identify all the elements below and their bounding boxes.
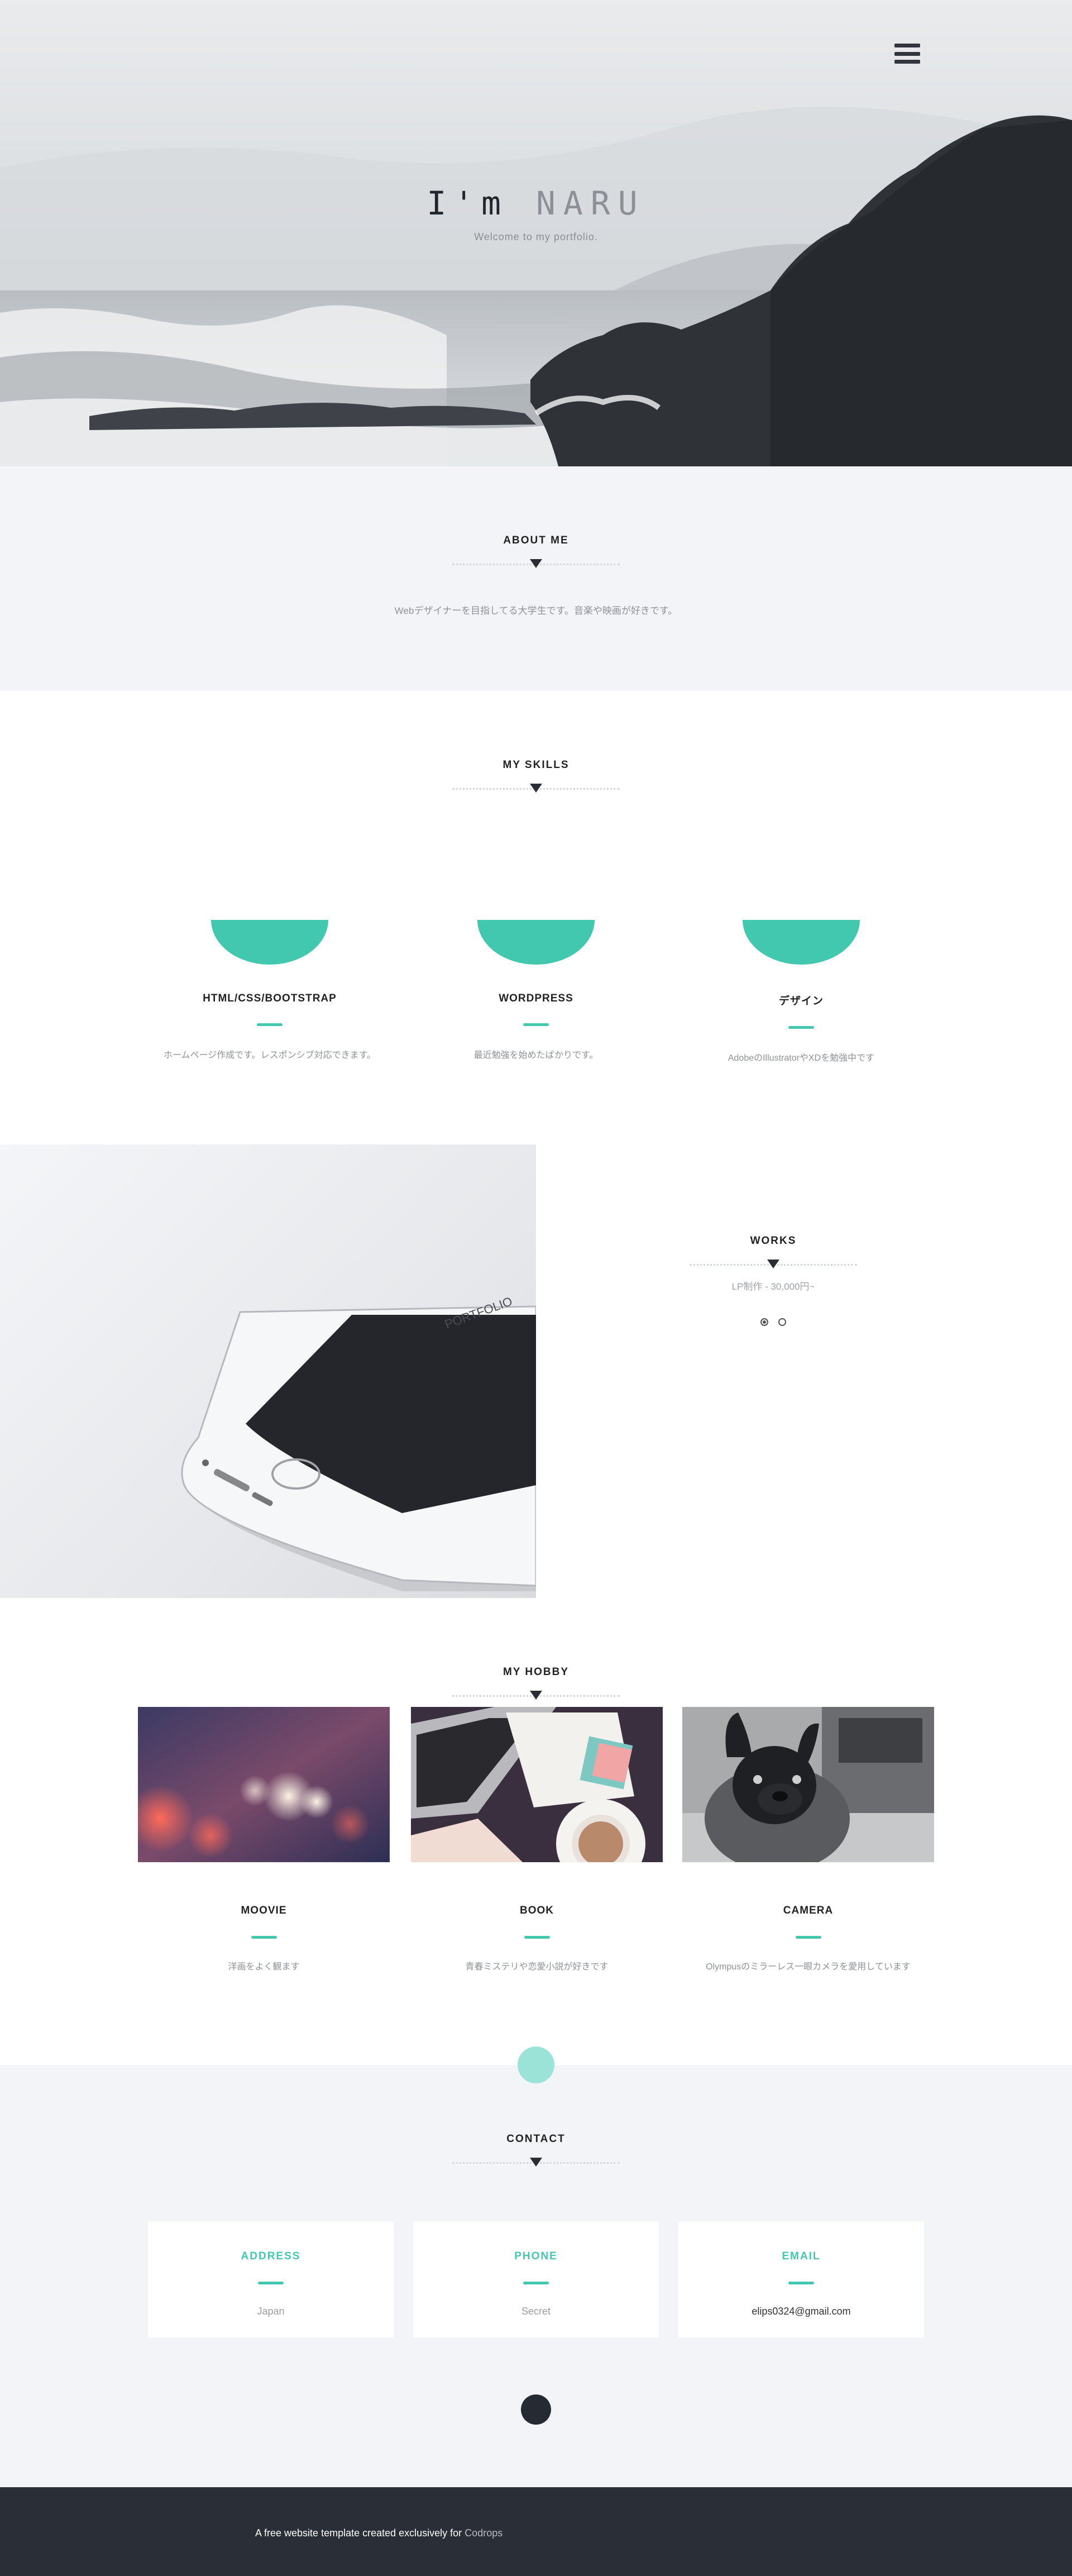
email-link[interactable]: elips0324@gmail.com bbox=[678, 2306, 924, 2317]
hobby-list: MOOVIE 洋画をよく観ます BOOK 青春ミステリや恋愛小説が好きです CA… bbox=[138, 1707, 934, 1997]
slider-dot-1[interactable] bbox=[760, 1318, 768, 1326]
section-divider bbox=[690, 1260, 857, 1272]
works-content: WORKS LP制作 - 30,000円~ bbox=[690, 1235, 857, 1326]
slider-dots bbox=[690, 1318, 857, 1326]
contact-card-phone: PHONE Secret bbox=[413, 2221, 659, 2338]
works-section: PORTFOLIO WORKS LP制作 - 30,000円~ bbox=[0, 1144, 1072, 1598]
skill-desc: AdobeのIllustratorやXDを勉強中です bbox=[728, 1053, 875, 1063]
hobby-name: MOOVIE bbox=[241, 1905, 287, 1916]
circle-button[interactable] bbox=[521, 2394, 551, 2425]
semicircle-icon bbox=[477, 920, 595, 965]
slider-dot-2[interactable] bbox=[778, 1318, 786, 1326]
book-desk-image bbox=[411, 1707, 663, 1862]
triangle-down-icon bbox=[530, 1691, 542, 1700]
contact-title: CONTACT bbox=[506, 2133, 566, 2145]
hero-title: I'm NARU bbox=[0, 184, 1072, 222]
triangle-down-icon bbox=[767, 1260, 779, 1268]
skill-name: WORDPRESS bbox=[499, 993, 573, 1004]
contact-card-address: ADDRESS Japan bbox=[148, 2221, 394, 2338]
skill-desc: 最近勉強を始めたばかりです。 bbox=[473, 1051, 599, 1060]
contact-label: EMAIL bbox=[782, 2250, 821, 2262]
skills-title: MY SKILLS bbox=[502, 759, 570, 771]
skill-item: デザイン AdobeのIllustratorやXDを勉強中です bbox=[678, 920, 924, 1063]
section-divider bbox=[452, 1691, 620, 1703]
menu-line bbox=[894, 44, 920, 47]
skill-name: HTML/CSS/BOOTSTRAP bbox=[203, 993, 337, 1004]
accent-bar bbox=[788, 1026, 814, 1029]
camera-dog-image bbox=[682, 1707, 934, 1862]
hobby-name: BOOK bbox=[520, 1905, 554, 1916]
contact-card-email: EMAIL elips0324@gmail.com bbox=[678, 2221, 924, 2338]
movie-bokeh-image bbox=[138, 1707, 390, 1862]
accent-bar bbox=[251, 1936, 277, 1939]
skill-item: WORDPRESS 最近勉強を始めたばかりです。 bbox=[413, 920, 659, 1061]
triangle-down-icon bbox=[530, 784, 542, 793]
accent-bar bbox=[524, 1936, 550, 1939]
semicircle-icon bbox=[743, 920, 860, 965]
hobby-item: CAMERA Olympusのミラーレス一眼カメラを愛用しています bbox=[682, 1707, 934, 1972]
skills-list: HTML/CSS/BOOTSTRAP ホームページ作成です。レスポンシブ対応でき… bbox=[0, 920, 1072, 1104]
section-divider bbox=[452, 559, 620, 571]
skill-desc: ホームページ作成です。レスポンシブ対応できます。 bbox=[163, 1051, 376, 1060]
hero-subtitle: Welcome to my portfolio. bbox=[474, 231, 598, 242]
semicircle-icon bbox=[211, 920, 328, 965]
triangle-down-icon bbox=[530, 2158, 542, 2167]
about-title: ABOUT ME bbox=[503, 535, 569, 546]
menu-line bbox=[894, 51, 920, 56]
hobby-section: MY HOBBY MOOVIE 洋画をよく観ます BOOK 青春ミステリや恋愛小… bbox=[0, 1598, 1072, 2065]
skill-name: デザイン bbox=[778, 995, 824, 1007]
contact-list: ADDRESS Japan PHONE Secret EMAIL elips03… bbox=[148, 2221, 924, 2338]
hobby-name: CAMERA bbox=[783, 1905, 834, 1916]
accent-bar bbox=[257, 1023, 283, 1026]
triangle-down-icon bbox=[530, 559, 542, 568]
hero-title-prefix: I'm bbox=[427, 184, 509, 222]
contact-label: PHONE bbox=[514, 2250, 558, 2262]
hobby-desc: 洋画をよく観ます bbox=[228, 1962, 300, 1972]
footer-codrops-link[interactable]: Codrops bbox=[465, 2527, 502, 2539]
skill-item: HTML/CSS/BOOTSTRAP ホームページ作成です。レスポンシブ対応でき… bbox=[147, 920, 393, 1061]
hobby-item: BOOK 青春ミステリや恋愛小説が好きです bbox=[411, 1707, 663, 1972]
section-divider bbox=[452, 784, 620, 796]
works-phone-image: PORTFOLIO bbox=[0, 1144, 536, 1598]
contact-value: Japan bbox=[257, 2306, 285, 2317]
hero-section: I'm NARU Welcome to my portfolio. bbox=[0, 0, 1072, 466]
hobby-item: MOOVIE 洋画をよく観ます bbox=[138, 1707, 390, 1972]
skills-section: MY SKILLS HTML/CSS/BOOTSTRAP ホームページ作成です。… bbox=[0, 691, 1072, 1144]
works-subtitle: LP制作 - 30,000円~ bbox=[731, 1281, 815, 1292]
footer-text: A free website template created exclusiv… bbox=[255, 2527, 502, 2539]
accent-bar bbox=[795, 1936, 821, 1939]
hamburger-menu-icon[interactable] bbox=[894, 44, 920, 64]
scroll-top-button[interactable] bbox=[518, 2047, 554, 2083]
hobby-title: MY HOBBY bbox=[502, 1666, 570, 1678]
hobby-desc: 青春ミステリや恋愛小説が好きです bbox=[465, 1962, 609, 1972]
footer: A free website template created exclusiv… bbox=[0, 2487, 1072, 2576]
contact-section: CONTACT ADDRESS Japan PHONE Secret EMAIL… bbox=[0, 2047, 1072, 2487]
about-section: ABOUT ME Webデザイナーを目指してる大学生です。音楽や映画が好きです。 bbox=[0, 466, 1072, 691]
accent-bar bbox=[258, 2282, 284, 2284]
about-text: Webデザイナーを目指してる大学生です。音楽や映画が好きです。 bbox=[394, 605, 678, 616]
menu-line bbox=[894, 60, 920, 64]
accent-bar bbox=[788, 2282, 814, 2284]
hobby-desc: Olympusのミラーレス一眼カメラを愛用しています bbox=[706, 1962, 911, 1972]
accent-bar bbox=[523, 1023, 549, 1026]
hero-title-name: NARU bbox=[536, 184, 645, 222]
accent-bar bbox=[523, 2282, 549, 2284]
section-divider bbox=[452, 2158, 620, 2170]
contact-value: Secret bbox=[521, 2306, 551, 2317]
works-title: WORKS bbox=[750, 1235, 797, 1247]
footer-text-label: A free website template created exclusiv… bbox=[255, 2527, 465, 2539]
contact-label: ADDRESS bbox=[241, 2250, 301, 2262]
